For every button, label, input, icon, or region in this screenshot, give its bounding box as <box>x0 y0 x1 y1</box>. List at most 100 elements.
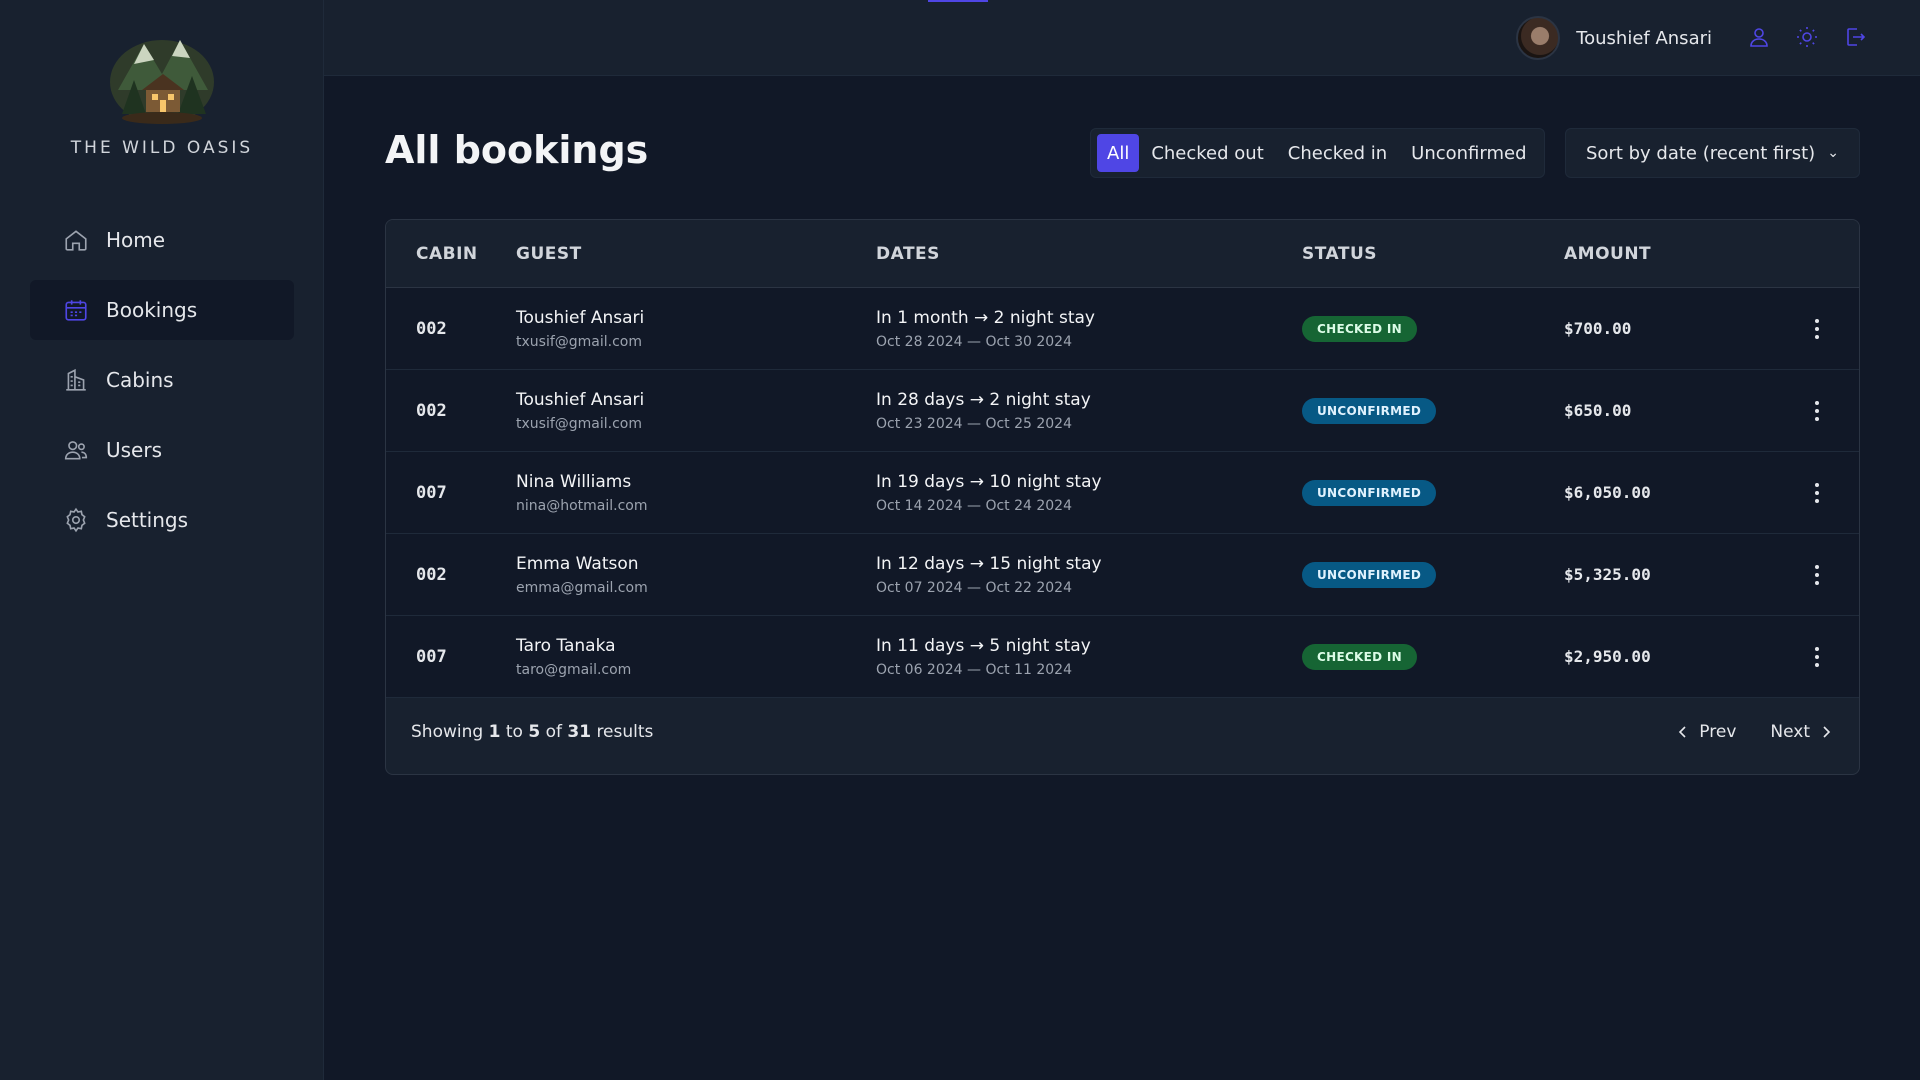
chevron-down-icon: ⌄ <box>1827 145 1839 161</box>
next-button[interactable]: Next <box>1770 722 1834 742</box>
column-header-guest: GUEST <box>516 243 582 264</box>
users-icon <box>62 436 90 464</box>
booking-amount: $700.00 <box>1564 319 1632 338</box>
date-range: Oct 07 2024 — Oct 22 2024 <box>876 579 1072 596</box>
row-menu-icon[interactable] <box>1805 399 1829 423</box>
range-end: 5 <box>528 722 541 742</box>
cabin-number: 007 <box>416 482 447 503</box>
column-header-cabin: CABIN <box>416 243 478 264</box>
logo-icon <box>110 40 214 124</box>
guest-email: txusif@gmail.com <box>516 333 642 350</box>
bookings-table: CABIN GUEST DATES STATUS AMOUNT 002 Tous… <box>385 219 1860 775</box>
guest-email: emma@gmail.com <box>516 579 648 596</box>
cabin-number: 007 <box>416 646 447 667</box>
sidebar-item-bookings[interactable]: Bookings <box>30 280 294 340</box>
sort-selected-value: Sort by date (recent first) <box>1586 142 1816 164</box>
cabin-number: 002 <box>416 400 447 421</box>
column-header-amount: AMOUNT <box>1564 243 1652 264</box>
table-row: 002 Emma Watson emma@gmail.com In 12 day… <box>386 534 1859 616</box>
status-badge: UNCONFIRMED <box>1302 397 1437 424</box>
sidebar-nav: Home Bookings Cabins Users Settings <box>30 210 294 560</box>
date-range: Oct 14 2024 — Oct 24 2024 <box>876 497 1072 514</box>
guest-name: Taro Tanaka <box>516 635 616 656</box>
logout-icon[interactable] <box>1842 22 1868 52</box>
prev-button[interactable]: Prev <box>1675 722 1736 742</box>
gear-icon <box>62 506 90 534</box>
table-row: 007 Taro Tanaka taro@gmail.com In 11 day… <box>386 616 1859 698</box>
filter-unconfirmed-button[interactable]: Unconfirmed <box>1399 134 1538 172</box>
sidebar-item-label: Bookings <box>106 298 198 322</box>
brand-name: THE WILD OASIS <box>70 138 254 158</box>
status-badge: UNCONFIRMED <box>1302 561 1437 588</box>
booking-amount: $2,950.00 <box>1564 647 1651 666</box>
top-header: Toushief Ansari <box>324 0 1920 76</box>
brand-logo: THE WILD OASIS <box>0 30 324 158</box>
status-badge: UNCONFIRMED <box>1302 479 1437 506</box>
filter-all-button[interactable]: All <box>1097 134 1140 172</box>
row-menu-icon[interactable] <box>1805 481 1829 505</box>
calendar-icon <box>62 296 90 324</box>
guest-email: taro@gmail.com <box>516 661 632 678</box>
page-title: All bookings <box>385 128 649 172</box>
sidebar-item-users[interactable]: Users <box>30 420 294 480</box>
pagination-summary: Showing 1 to 5 of 31 results <box>411 722 653 742</box>
guest-email: nina@hotmail.com <box>516 497 648 514</box>
date-range: Oct 28 2024 — Oct 30 2024 <box>876 333 1072 350</box>
sidebar-item-settings[interactable]: Settings <box>30 490 294 550</box>
booking-amount: $6,050.00 <box>1564 483 1651 502</box>
guest-name: Emma Watson <box>516 553 639 574</box>
table-header: CABIN GUEST DATES STATUS AMOUNT <box>386 220 1859 288</box>
status-badge: CHECKED IN <box>1302 643 1417 670</box>
filter-checked-in-button[interactable]: Checked in <box>1276 134 1399 172</box>
sidebar-item-label: Home <box>106 228 166 252</box>
stay-summary: In 11 days → 5 night stay <box>876 635 1091 656</box>
cabin-number: 002 <box>416 318 447 339</box>
sidebar-item-cabins[interactable]: Cabins <box>30 350 294 410</box>
pagination: Prev Next <box>1675 722 1834 742</box>
booking-amount: $650.00 <box>1564 401 1632 420</box>
total-results: 31 <box>567 722 592 742</box>
range-start: 1 <box>488 722 501 742</box>
row-menu-icon[interactable] <box>1805 317 1829 341</box>
table-footer: Showing 1 to 5 of 31 results Prev Next <box>386 698 1859 766</box>
column-header-status: STATUS <box>1302 243 1378 264</box>
building-icon <box>62 366 90 394</box>
status-badge: CHECKED IN <box>1302 315 1417 342</box>
guest-name: Nina Williams <box>516 471 632 492</box>
next-label: Next <box>1770 722 1810 742</box>
chevron-left-icon <box>1679 726 1686 738</box>
home-icon <box>62 226 90 254</box>
stay-summary: In 12 days → 15 night stay <box>876 553 1102 574</box>
sun-icon[interactable] <box>1794 22 1820 52</box>
sidebar-item-label: Users <box>106 438 163 462</box>
guest-name: Toushief Ansari <box>516 389 645 410</box>
to-label: to <box>505 722 523 742</box>
column-header-dates: DATES <box>876 243 940 264</box>
showing-label: Showing <box>411 722 484 742</box>
user-icon[interactable] <box>1746 22 1772 52</box>
of-label: of <box>545 722 562 742</box>
row-menu-icon[interactable] <box>1805 645 1829 669</box>
sort-select[interactable]: Sort by date (recent first) ⌄ <box>1565 128 1860 178</box>
header-accent-bar <box>928 0 988 2</box>
booking-amount: $5,325.00 <box>1564 565 1651 584</box>
stay-summary: In 19 days → 10 night stay <box>876 471 1102 492</box>
chevron-right-icon <box>1823 726 1831 738</box>
guest-email: txusif@gmail.com <box>516 415 642 432</box>
avatar[interactable] <box>1516 16 1561 60</box>
table-row: 002 Toushief Ansari txusif@gmail.com In … <box>386 370 1859 452</box>
table-row: 007 Nina Williams nina@hotmail.com In 19… <box>386 452 1859 534</box>
booking-filter: All Checked out Checked in Unconfirmed <box>1090 128 1545 178</box>
results-label: results <box>596 722 654 742</box>
sidebar: THE WILD OASIS Home Bookings Cabins User… <box>0 0 324 1080</box>
date-range: Oct 23 2024 — Oct 25 2024 <box>876 415 1072 432</box>
user-profile[interactable]: Toushief Ansari <box>1516 14 1712 62</box>
row-menu-icon[interactable] <box>1805 563 1829 587</box>
filter-checked-out-button[interactable]: Checked out <box>1139 134 1275 172</box>
cabin-number: 002 <box>416 564 447 585</box>
sidebar-item-home[interactable]: Home <box>30 210 294 270</box>
sidebar-item-label: Settings <box>106 508 189 532</box>
stay-summary: In 28 days → 2 night stay <box>876 389 1091 410</box>
stay-summary: In 1 month → 2 night stay <box>876 307 1095 328</box>
header-actions <box>1746 22 1868 52</box>
